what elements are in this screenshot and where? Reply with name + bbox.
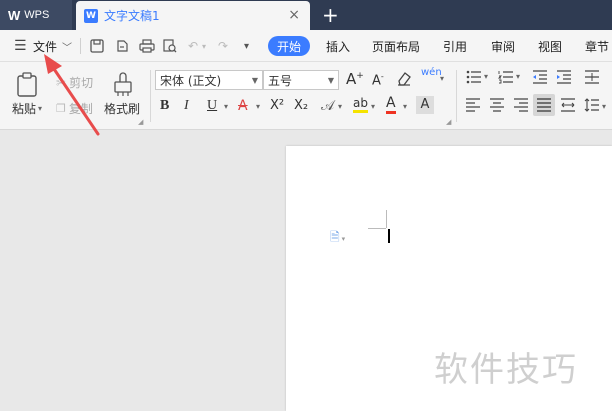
highlight-icon[interactable]: ab xyxy=(353,96,368,113)
paste-icon[interactable] xyxy=(16,72,38,98)
tab-home[interactable]: 开始 xyxy=(268,36,310,56)
new-tab-button[interactable]: + xyxy=(322,3,339,27)
file-menu-button[interactable]: 文件 xyxy=(33,30,57,62)
font-size-select[interactable]: 五号 ▼ xyxy=(263,70,339,90)
line-spacing-dropdown-icon[interactable]: ▾ xyxy=(602,102,606,111)
font-name-value: 宋体 (正文) xyxy=(160,73,222,88)
wps-tab-label: WPS xyxy=(24,9,50,21)
tab-view[interactable]: 视图 xyxy=(538,30,562,62)
close-tab-icon[interactable]: × xyxy=(288,7,300,23)
divider xyxy=(456,70,457,122)
justify-icon[interactable] xyxy=(533,94,555,116)
chevron-down-icon: ▼ xyxy=(327,75,334,85)
paste-dropdown-icon: ▾ xyxy=(38,104,43,113)
bullet-dropdown-icon[interactable]: ▾ xyxy=(484,72,488,81)
hamburger-menu-icon[interactable]: ☰ xyxy=(14,30,27,62)
align-right-icon[interactable] xyxy=(513,98,529,116)
format-painter-button[interactable]: 格式刷 xyxy=(104,100,140,117)
bold-button[interactable]: B xyxy=(160,98,169,114)
font-size-value: 五号 xyxy=(268,73,293,88)
undo-dropdown-icon[interactable]: ▾ xyxy=(202,30,206,62)
tab-page-layout[interactable]: 页面布局 xyxy=(372,30,420,62)
chevron-down-icon: ▼ xyxy=(251,75,258,85)
writer-doc-icon: W xyxy=(84,8,98,23)
wps-logo-icon: W xyxy=(8,7,21,23)
document-tab[interactable]: W 文字文稿1 × xyxy=(76,1,310,30)
tab-references[interactable]: 引用 xyxy=(443,30,467,62)
highlight-dropdown-icon[interactable]: ▾ xyxy=(371,102,375,111)
cut-label: 剪切 xyxy=(69,76,94,90)
paragraph-layout-icon[interactable]: 🗎 ▾ xyxy=(330,228,345,249)
grow-font-button[interactable]: A+ xyxy=(346,70,364,88)
superscript-button[interactable]: X² xyxy=(270,98,284,113)
redo-icon[interactable]: ↷ xyxy=(218,30,228,62)
bullet-list-icon[interactable] xyxy=(466,70,482,88)
font-name-select[interactable]: 宋体 (正文) ▼ xyxy=(155,70,263,90)
watermark-text: 软件技巧 xyxy=(434,350,578,390)
shrink-font-button[interactable]: A- xyxy=(372,72,384,88)
text-effect-dropdown-icon[interactable]: ▾ xyxy=(338,102,342,111)
export-pdf-icon[interactable] xyxy=(115,30,129,62)
tab-insert[interactable]: 插入 xyxy=(326,30,350,62)
chinese-layout-icon[interactable] xyxy=(584,70,600,88)
print-icon[interactable] xyxy=(139,30,155,62)
paste-label: 粘贴 xyxy=(12,102,37,116)
format-painter-icon[interactable] xyxy=(112,72,134,98)
pinyin-label: wén xyxy=(421,67,442,78)
underline-button[interactable]: U xyxy=(207,98,217,114)
line-spacing-icon[interactable] xyxy=(584,98,600,116)
underline-dropdown-icon[interactable]: ▾ xyxy=(224,102,228,111)
tab-chapter[interactable]: 章节 xyxy=(585,30,609,62)
phonetic-dropdown-icon[interactable]: ▾ xyxy=(440,74,444,83)
copy-button[interactable]: ❐ 复制 xyxy=(56,100,93,117)
divider xyxy=(80,38,81,54)
align-center-icon[interactable] xyxy=(489,98,505,116)
tab-review[interactable]: 审阅 xyxy=(491,30,515,62)
font-color-dropdown-icon[interactable]: ▾ xyxy=(403,102,407,111)
subscript-button[interactable]: X₂ xyxy=(294,98,308,113)
strikethrough-dropdown-icon[interactable]: ▾ xyxy=(256,102,260,111)
distributed-align-icon[interactable] xyxy=(560,98,576,116)
wps-home-tab[interactable]: W WPS xyxy=(0,0,72,30)
quick-access-dropdown-icon[interactable]: ▾ xyxy=(244,30,249,62)
menu-bar: ☰ 文件 ﹀ ↶ ▾ ↷ ▾ 开始 插入 页面布局 引用 审阅 视图 章节 xyxy=(0,30,612,62)
text-effect-icon[interactable]: 𝒜 xyxy=(321,98,334,114)
save-icon[interactable] xyxy=(90,30,104,62)
copy-icon: ❐ xyxy=(56,102,66,115)
numbered-list-icon[interactable] xyxy=(497,70,514,88)
strikethrough-button[interactable]: A xyxy=(238,98,248,114)
text-cursor xyxy=(388,229,390,243)
margin-corner-mark xyxy=(386,210,387,228)
font-expand-icon[interactable]: ◢ xyxy=(446,118,451,126)
title-bar: W WPS W 文字文稿1 × + xyxy=(0,0,612,30)
italic-button[interactable]: I xyxy=(184,98,189,114)
undo-icon[interactable]: ↶ xyxy=(188,30,198,62)
decrease-indent-icon[interactable] xyxy=(532,70,548,88)
numbered-dropdown-icon[interactable]: ▾ xyxy=(516,72,520,81)
increase-indent-icon[interactable] xyxy=(556,70,572,88)
phonetic-guide-button[interactable]: wén xyxy=(421,68,442,78)
cut-button[interactable]: ✂ 剪切 xyxy=(56,74,93,91)
divider xyxy=(150,70,151,122)
clipboard-expand-icon[interactable]: ◢ xyxy=(138,118,143,126)
scissors-icon: ✂ xyxy=(56,75,67,90)
margin-corner-mark xyxy=(368,228,386,229)
print-preview-icon[interactable] xyxy=(163,30,177,62)
chevron-down-icon[interactable]: ﹀ xyxy=(62,30,72,62)
ribbon-toolbar: 粘贴 ▾ ✂ 剪切 ❐ 复制 格式刷 ◢ 宋体 (正文) ▼ 五号 ▼ A+ A… xyxy=(0,62,612,130)
font-color-icon[interactable]: A xyxy=(386,96,396,114)
document-tab-label: 文字文稿1 xyxy=(104,9,160,23)
paste-button[interactable]: 粘贴 ▾ xyxy=(12,100,42,117)
copy-label: 复制 xyxy=(68,102,93,116)
clear-format-icon[interactable] xyxy=(396,70,412,90)
char-shading-icon[interactable]: A xyxy=(416,96,434,114)
align-left-icon[interactable] xyxy=(465,98,481,116)
